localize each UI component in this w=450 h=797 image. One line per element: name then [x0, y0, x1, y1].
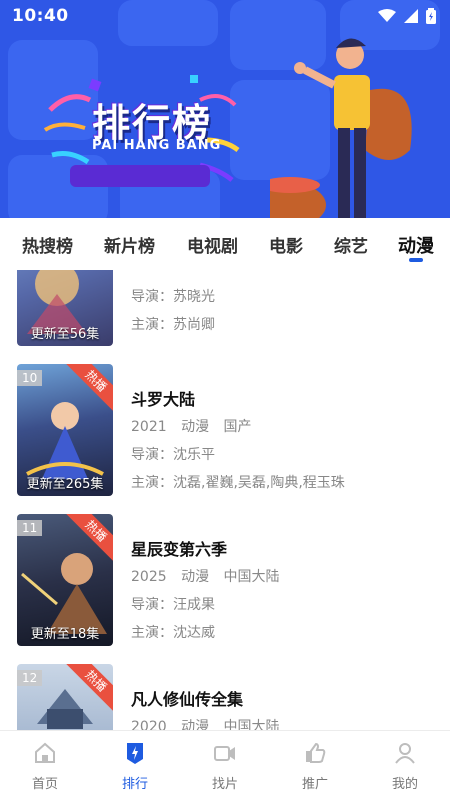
video-camera-icon	[214, 746, 235, 761]
item-meta: 2020 动漫 中国大陆	[131, 716, 431, 730]
rank-badge: 10	[17, 370, 43, 386]
item-info: 星辰变第六季 2025 动漫 中国大陆 导演：汪成果 主演：沈达威	[131, 514, 431, 642]
nav-label: 首页	[31, 777, 58, 792]
banner-illustration	[270, 38, 412, 218]
item-region: 中国大陆	[223, 719, 280, 730]
item-meta: 2021 动漫 国产	[131, 416, 431, 436]
item-title[interactable]: 斗罗大陆	[131, 386, 431, 410]
poster-image[interactable]: 12 热播	[17, 664, 113, 730]
nav-label: 我的	[391, 777, 418, 792]
user-icon	[395, 743, 415, 764]
home-icon	[35, 742, 55, 763]
item-meta: 2025 动漫 中国大陆	[131, 566, 431, 586]
ranking-logo: 排行榜 PAI HANG BANG	[40, 70, 240, 190]
item-region: 中国大陆	[223, 569, 280, 585]
item-region: 国产	[223, 419, 252, 435]
item-category: 动漫	[181, 419, 210, 435]
poster-image[interactable]: 11 热播 更新至18集	[17, 514, 113, 646]
item-info: 斗罗大陆 2021 动漫 国产 导演：沈乐平 主演：沈磊,翟巍,吴磊,陶典,程玉…	[131, 364, 431, 492]
tab-tv-series[interactable]: 电视剧	[187, 232, 238, 257]
ranking-banner: 10:40 排行榜 PAI HANG BANG	[0, 0, 450, 218]
nav-label: 找片	[211, 777, 238, 792]
item-year: 2025	[131, 569, 167, 585]
thumbs-up-icon	[306, 742, 326, 763]
status-icons	[378, 8, 436, 24]
cast-line: 主演：苏尚卿	[131, 317, 215, 333]
nav-ranking[interactable]: 排行	[90, 731, 180, 797]
status-bar: 10:40	[0, 0, 450, 34]
ranking-list: 更新至56集 导演：苏晓光 主演：苏尚卿 10 热播 更新至265集 斗罗大陆 …	[0, 270, 450, 730]
list-item[interactable]: 10 热播 更新至265集 斗罗大陆 2021 动漫 国产 导演：沈乐平 主演：…	[0, 364, 450, 499]
poster-image[interactable]: 更新至56集	[17, 270, 113, 346]
director-line: 导演：沈乐平	[131, 447, 215, 463]
banner-subtitle: PAI HANG BANG	[92, 138, 222, 153]
episode-count: 更新至56集	[30, 327, 100, 342]
item-title[interactable]: 星辰变第六季	[131, 536, 431, 560]
tab-hot-search[interactable]: 热搜榜	[22, 232, 73, 257]
item-info: 凡人修仙传全集 2020 动漫 中国大陆	[131, 664, 431, 730]
tab-variety[interactable]: 综艺	[334, 232, 368, 257]
signal-icon	[404, 9, 418, 23]
nav-label: 排行	[121, 777, 148, 792]
tab-new-films[interactable]: 新片榜	[104, 232, 155, 257]
episode-count: 更新至265集	[26, 477, 104, 492]
item-category: 动漫	[181, 719, 210, 730]
item-title[interactable]: 凡人修仙传全集	[131, 686, 431, 710]
list-item[interactable]: 11 热播 更新至18集 星辰变第六季 2025 动漫 中国大陆 导演：汪成果 …	[0, 514, 450, 649]
nav-mine[interactable]: 我的	[360, 731, 450, 797]
item-info: 导演：苏晓光 主演：苏尚卿	[131, 270, 431, 334]
tab-anime[interactable]: 动漫	[398, 232, 434, 258]
wifi-icon	[378, 9, 396, 22]
director-line: 导演：汪成果	[131, 597, 215, 613]
nav-find-films[interactable]: 找片	[180, 731, 270, 797]
cast-line: 主演：沈磊,翟巍,吴磊,陶典,程玉珠	[131, 475, 345, 491]
poster-image[interactable]: 10 热播 更新至265集	[17, 364, 113, 496]
director-line: 导演：苏晓光	[131, 289, 215, 305]
nav-home[interactable]: 首页	[0, 731, 90, 797]
cast-line: 主演：沈达威	[131, 625, 215, 641]
category-tabs: 热搜榜 新片榜 电视剧 电影 综艺 动漫	[0, 218, 450, 270]
battery-icon	[426, 8, 436, 24]
list-item[interactable]: 12 热播 凡人修仙传全集 2020 动漫 中国大陆	[0, 664, 450, 730]
nav-label: 推广	[301, 777, 328, 792]
item-category: 动漫	[181, 569, 210, 585]
rank-badge: 11	[17, 520, 43, 536]
item-year: 2020	[131, 719, 167, 730]
ranking-icon	[127, 743, 143, 764]
bottom-navigation: 首页 排行 找片 推广 我的	[0, 730, 450, 797]
tab-movies[interactable]: 电影	[269, 232, 303, 257]
episode-count: 更新至18集	[30, 627, 100, 642]
list-item[interactable]: 更新至56集 导演：苏晓光 主演：苏尚卿	[0, 270, 450, 349]
rank-badge: 12	[17, 670, 43, 686]
item-year: 2021	[131, 419, 167, 435]
nav-promote[interactable]: 推广	[270, 731, 360, 797]
active-tab-indicator	[409, 258, 423, 262]
status-time: 10:40	[12, 6, 69, 26]
